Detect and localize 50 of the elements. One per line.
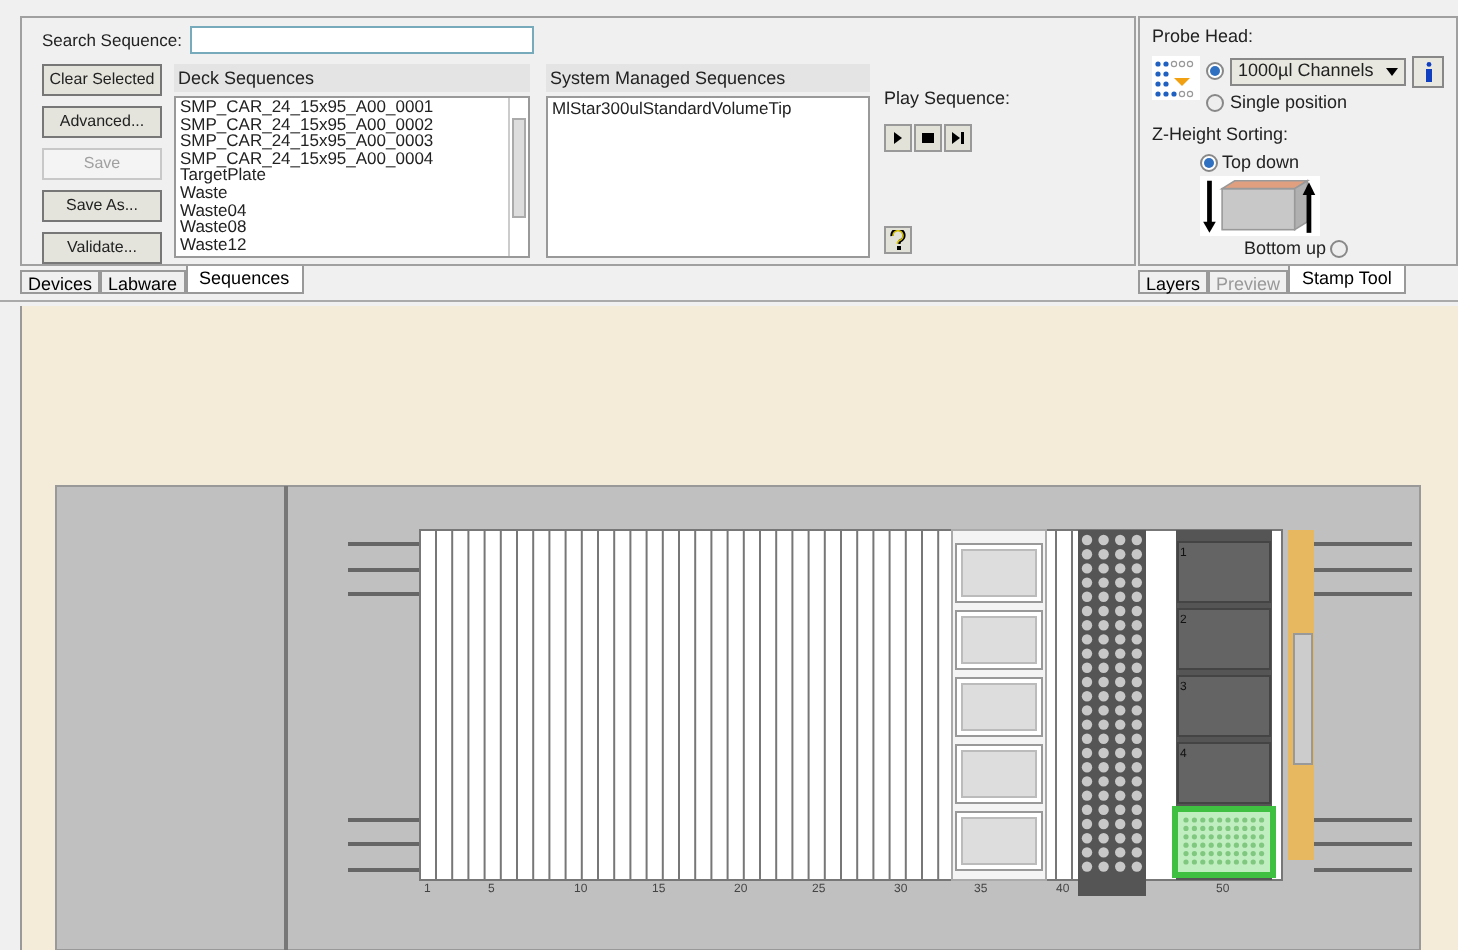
help-icon [890, 229, 906, 249]
stop-button[interactable] [914, 123, 942, 151]
list-header: System Managed Sequences [546, 64, 870, 92]
action-button[interactable]: Save As... [42, 190, 162, 222]
stop-icon [920, 129, 936, 145]
list-header: Deck Sequences [174, 64, 530, 92]
list-item[interactable]: MlStar300ulStandardVolumeTip [552, 98, 864, 118]
action-button[interactable]: Clear Selected [42, 64, 162, 96]
list-item[interactable]: Waste12 [180, 235, 504, 253]
search-label: Search Sequence: [42, 27, 182, 53]
list-item[interactable]: TargetPlate [180, 166, 504, 184]
list-item[interactable]: SMP_CAR_24_15x95_A00_0004 [180, 149, 504, 167]
list-item[interactable]: SMP_CAR_24_15x95_A00_0003 [180, 132, 504, 150]
tab[interactable]: Devices [20, 270, 101, 294]
search-field[interactable] [189, 26, 534, 54]
play-icon [890, 129, 906, 145]
step-button[interactable] [944, 123, 972, 151]
z-height-sorting-label: Z-Height Sorting: [1152, 122, 1291, 148]
step-icon [950, 129, 966, 145]
probe-head-label: Probe Head: [1152, 24, 1256, 50]
channel-grid-icon [1152, 55, 1200, 99]
caret-icon [1386, 67, 1398, 75]
list-item[interactable]: Waste08 [180, 218, 504, 236]
action-button[interactable]: Validate... [42, 232, 162, 264]
stack-sorting-drawing [1200, 176, 1320, 236]
tab[interactable]: Layers [1138, 270, 1209, 294]
list-item[interactable]: Waste04 [180, 201, 504, 219]
system-sequences-list[interactable]: MlStar300ulStandardVolumeTip [546, 96, 870, 258]
list-item[interactable]: Waste [180, 183, 504, 202]
info-icon [1423, 61, 1433, 81]
tab[interactable]: Labware [100, 270, 186, 294]
tab[interactable]: Sequences [185, 266, 304, 294]
play-button[interactable] [884, 123, 912, 151]
list-item[interactable]: SMP_CAR_24_15x95_A00_0001 [180, 98, 504, 116]
help-button[interactable] [884, 225, 912, 253]
list-item[interactable]: SMP_CAR_24_15x95_A00_0002 [180, 115, 504, 133]
radio-button[interactable] [1200, 153, 1218, 172]
radio-label[interactable]: Bottom up [1244, 236, 1327, 263]
radio-button[interactable] [1206, 62, 1224, 80]
radio-button[interactable] [1330, 240, 1349, 259]
scrollbar[interactable] [508, 98, 528, 256]
info-button[interactable] [1412, 55, 1444, 87]
radio-label[interactable]: Single position [1230, 89, 1348, 116]
radio-button[interactable] [1206, 93, 1224, 112]
deck-sequences-list[interactable]: SMP_CAR_24_15x95_A00_0001 SMP_CAR_24_15x95_A00_0002 SMP_CAR_24_15x95_A00_0003 SMP_CAR_24_15x95_A00_0004 TargetPlate Waste Waste04 Waste08 Waste12 [174, 96, 530, 258]
channels-dropdown[interactable]: 1000µl Channels [1230, 57, 1406, 85]
play-sequence-label: Play Sequence: [884, 86, 1011, 112]
action-button[interactable]: Advanced... [42, 106, 162, 138]
tab[interactable]: Stamp Tool [1288, 266, 1406, 294]
radio-label[interactable]: Top down [1222, 149, 1300, 176]
